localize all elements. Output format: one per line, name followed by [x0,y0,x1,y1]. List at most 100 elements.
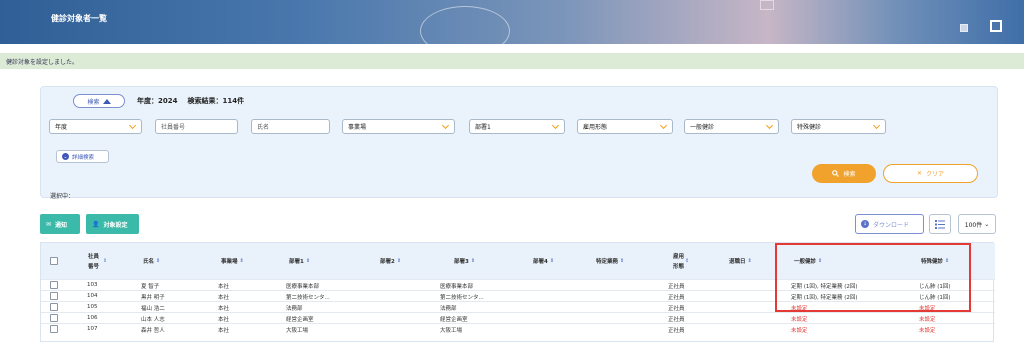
cell-dept1: 経営企画室 [286,317,314,323]
chevron-down-icon [872,121,881,130]
row-checkbox[interactable] [50,281,58,289]
page-size-select[interactable]: 100件 ⌄ [958,214,996,234]
mail-icon [760,0,774,10]
column-settings-button[interactable] [929,214,951,234]
cell-name: 山本 人志 [141,317,165,323]
cell-dept3: 大阪工場 [440,328,463,334]
search-button[interactable]: 検索 [812,164,876,183]
row-checkbox[interactable] [50,292,58,300]
cell-employment: 正社員 [668,306,685,312]
employment-select-value: 雇用形態 [583,124,608,131]
chevron-down-icon [441,121,450,130]
download-label: ダウンロード [873,221,910,229]
col-dept3[interactable]: 部署3 ⇕ [454,243,475,279]
col-employment-label: 形態 [673,264,685,270]
app-header: 健診対象者一覧 [0,0,1024,44]
cell-name: 福山 浩二 [141,306,165,312]
col-emp-no[interactable]: 社員 番号 [88,243,99,279]
name-input[interactable]: 氏名 [251,119,330,134]
year-select[interactable]: 年度 [49,119,142,134]
download-button[interactable]: ↓ ダウンロード [855,214,924,234]
col-dept2[interactable]: 部署2 ⇕ [380,243,401,279]
target-setting-button[interactable]: 👤 対象設定 [86,214,139,234]
row-checkbox[interactable] [50,303,58,311]
download-icon: ↓ [861,220,869,228]
table-row[interactable]: 106 山本 人志 本社 経営企画室 経営企画室 正社員 未設定 未設定 [41,312,995,323]
col-dept1-label: 部署1 [289,259,304,265]
sort-icon: ⇕ [239,258,244,264]
year-select-value: 年度 [55,124,68,131]
employment-select[interactable]: 雇用形態 [577,119,673,134]
sort-icon: ⇕ [747,258,752,264]
close-icon: ✕ [916,170,922,177]
list-icon [935,219,945,229]
sort-icon[interactable]: ⇕ [685,258,689,264]
advanced-search-button[interactable]: ⌄ 詳細検索 [56,150,109,163]
chevron-down-icon: ⌄ [984,220,990,228]
col-name-label: 氏名 [143,259,155,265]
col-dept2-label: 部署2 [380,259,395,265]
cell-name: 森井 哲人 [141,328,165,334]
clear-button[interactable]: ✕ クリア [883,164,978,183]
user-add-icon: 👤 [92,220,100,228]
special-checkup-select[interactable]: 特殊健診 [791,119,886,134]
row-checkbox[interactable] [50,314,58,322]
col-employment[interactable]: 雇用 形態 [673,243,684,279]
employee-no-input[interactable]: 社員番号 [155,119,238,134]
chevron-down-circle-icon: ⌄ [62,153,69,160]
cell-employment: 正社員 [668,317,685,323]
name-placeholder: 氏名 [257,124,270,131]
col-name[interactable]: 氏名 ⇕ [143,243,160,279]
year-summary: 年度：2024 [137,97,178,105]
chevron-down-icon [551,121,560,130]
col-dept3-label: 部署3 [454,259,469,265]
col-dept1[interactable]: 部署1 ⇕ [289,243,310,279]
cell-dept3: 経営企画室 [440,317,468,323]
cell-emp-no: 104 [87,293,98,299]
search-summary: 年度：2024 検索結果：114件 [137,96,244,106]
dept1-select[interactable]: 部署1 [469,119,565,134]
col-office-label: 事業場 [221,259,238,265]
office-select[interactable]: 事業場 [342,119,455,134]
col-dept4[interactable]: 部署4 ⇕ [533,243,554,279]
cell-emp-no: 103 [87,282,98,288]
dept1-select-value: 部署1 [475,124,491,131]
cell-special-checkup: 未設定 [919,328,936,334]
selected-label: 選択中： [50,193,75,200]
cell-general-checkup: 未設定 [791,328,808,334]
cell-office: 本社 [218,284,230,290]
notify-label: 通知 [55,221,68,229]
cell-employment: 正社員 [668,295,685,301]
chevron-up-icon [102,98,111,104]
employee-no-placeholder: 社員番号 [161,124,186,131]
select-all-checkbox[interactable] [50,257,58,265]
cell-emp-no: 107 [87,326,98,332]
notify-button[interactable]: ✉ 通知 [40,214,80,234]
col-special-work[interactable]: 特定業務 ⇕ [596,243,624,279]
cell-office: 本社 [218,295,230,301]
general-checkup-select[interactable]: 一般健診 [684,119,779,134]
general-checkup-select-value: 一般健診 [690,124,715,131]
notice-bar: 健診対象を設定しました。 [0,53,1024,69]
cell-dept3: 第二技術センタ... [440,295,484,301]
cell-dept3: 法務部 [440,306,457,312]
table-row[interactable]: 107 森井 哲人 本社 大阪工場 大阪工場 正社員 未設定 未設定 [41,323,995,334]
col-office[interactable]: 事業場 ⇕ [221,243,244,279]
header-decoration [420,6,510,44]
checkup-columns-highlight [775,243,971,312]
cell-dept1: 医療事業本部 [286,284,320,290]
special-checkup-select-value: 特殊健診 [797,124,822,131]
search-toggle-button[interactable]: 検索 [73,94,125,108]
row-checkbox[interactable] [50,325,58,333]
sort-icon: ⇕ [620,258,625,264]
cell-office: 本社 [218,306,230,312]
cell-office: 本社 [218,317,230,323]
cell-general-checkup: 未設定 [791,317,808,323]
sort-icon[interactable]: ⇕ [103,258,107,264]
cell-name: 夏 智子 [141,284,160,290]
col-retire-date[interactable]: 退職日 ⇕ [729,243,752,279]
cell-dept1: 第二技術センタ... [286,295,330,301]
office-select-value: 事業場 [348,124,367,131]
cell-dept3: 医療事業本部 [440,284,474,290]
cell-emp-no: 106 [87,315,98,321]
